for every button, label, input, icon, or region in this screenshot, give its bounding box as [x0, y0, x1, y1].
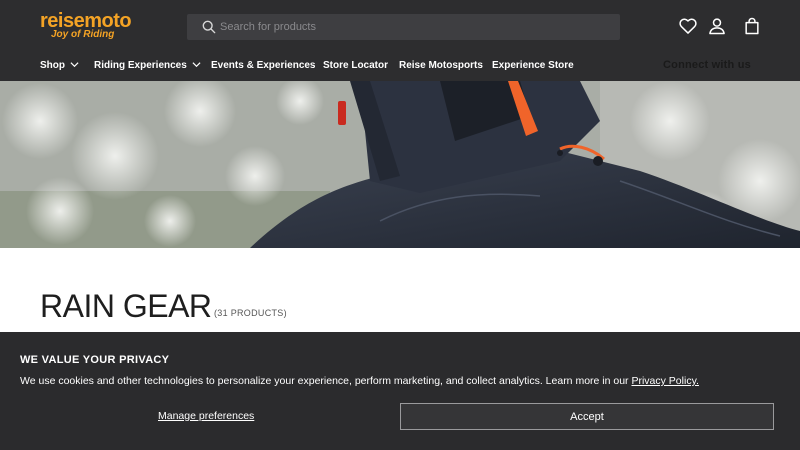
brand-logo[interactable]: reisemoto Joy of Riding	[40, 11, 140, 41]
heart-icon[interactable]	[678, 16, 698, 36]
hero-jacket-illustration	[0, 81, 800, 248]
nav-item-store-locator[interactable]: Store Locator	[323, 57, 388, 75]
user-icon[interactable]	[707, 16, 727, 36]
chevron-down-icon	[192, 62, 201, 68]
hero-banner-image	[0, 81, 800, 248]
logo-wordmark: reisemoto	[40, 11, 132, 31]
page-title: RAIN GEAR	[40, 288, 212, 324]
connect-with-us-link[interactable]: Connect with us	[663, 57, 751, 73]
nav-item-reise-motosports[interactable]: Reise Motosports	[399, 57, 483, 75]
nav-item-label: Riding Experiences	[94, 60, 187, 71]
search-icon	[202, 20, 216, 34]
cookie-banner-text: We use cookies and other technologies to…	[20, 374, 699, 388]
search-input[interactable]	[220, 14, 610, 40]
site-header: reisemoto Joy of Riding Shop Riding Expe…	[0, 0, 800, 81]
bag-icon[interactable]	[742, 16, 762, 36]
cookie-banner-body: We use cookies and other technologies to…	[20, 375, 632, 387]
nav-item-events-experiences[interactable]: Events & Experiences	[211, 57, 316, 75]
nav-item-riding-experiences[interactable]: Riding Experiences	[94, 57, 201, 75]
search-bar[interactable]	[187, 14, 620, 40]
cookie-banner-title: WE VALUE YOUR PRIVACY	[20, 354, 170, 366]
nav-item-label: Reise Motosports	[399, 60, 483, 71]
nav-item-experience-store[interactable]: Experience Store	[492, 57, 574, 75]
nav-item-shop[interactable]: Shop	[40, 57, 79, 75]
nav-item-label: Events & Experiences	[211, 60, 316, 71]
accept-button[interactable]: Accept	[400, 403, 774, 430]
manage-preferences-link[interactable]: Manage preferences	[158, 409, 254, 423]
logo-tagline: Joy of Riding	[51, 29, 115, 40]
nav-item-label: Shop	[40, 60, 65, 71]
cookie-banner: WE VALUE YOUR PRIVACY We use cookies and…	[0, 332, 800, 450]
nav-item-label: Experience Store	[492, 60, 574, 71]
nav-item-label: Store Locator	[323, 60, 389, 71]
product-count: (31 PRODUCTS)	[214, 308, 287, 318]
chevron-down-icon	[70, 62, 79, 68]
privacy-policy-link[interactable]: Privacy Policy.	[631, 375, 699, 387]
